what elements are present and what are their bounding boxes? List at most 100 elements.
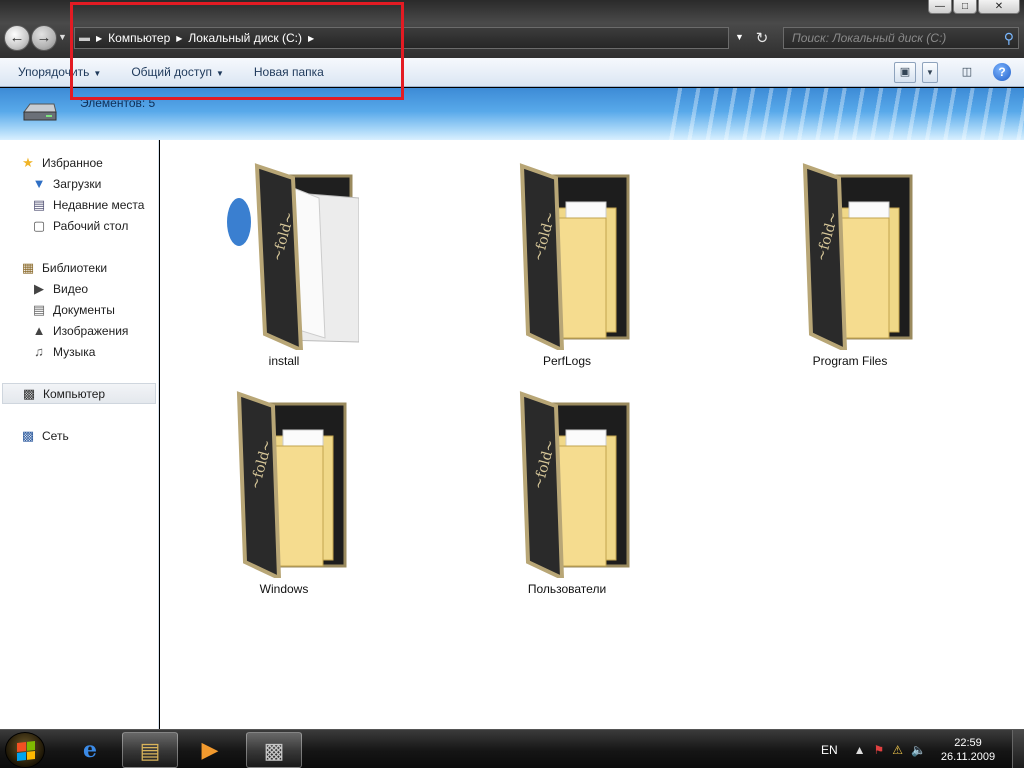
address-history-dropdown-icon[interactable]: ▼ bbox=[735, 32, 744, 42]
show-hidden-icons-icon[interactable]: ▲ bbox=[854, 743, 866, 757]
nav-label: Рабочий стол bbox=[53, 218, 129, 233]
refresh-icon: ↻ bbox=[755, 30, 769, 47]
navigation-pane: ★ Избранное ▼ Загрузки ▤ Недавние места ▢ Ра… bbox=[0, 140, 159, 729]
show-desktop-button[interactable] bbox=[1012, 730, 1024, 768]
back-button[interactable]: ← bbox=[4, 25, 30, 51]
file-item-program-files[interactable]: ~fold~ Program Files bbox=[750, 162, 950, 368]
taskbar: e ▤ ▶ ▩ EN ▲ ⚑ ⚠ 🔈 22:59 26.11.2009 bbox=[0, 729, 1024, 768]
breadcrumb-separator-icon[interactable]: ▶ bbox=[96, 34, 102, 43]
nav-video[interactable]: ▶ Видео bbox=[0, 278, 158, 299]
maximize-button[interactable]: □ bbox=[953, 0, 977, 14]
folder-icon: ~fold~ bbox=[519, 391, 630, 578]
address-bar[interactable]: ▬ ▶ Компьютер ▶ Локальный диск (C:) ▶ bbox=[74, 27, 729, 49]
preview-pane-icon: ◫ bbox=[961, 66, 973, 78]
network-status-icon[interactable]: ⚠ bbox=[892, 743, 903, 757]
internet-explorer-icon: e bbox=[83, 737, 97, 763]
taskbar-media-player[interactable]: ▶ bbox=[182, 732, 238, 768]
folder-icon: ~fold~ bbox=[802, 163, 913, 350]
nav-label: Документы bbox=[53, 302, 115, 317]
nav-label: Избранное bbox=[42, 155, 103, 170]
folder-icon: ~fold~ bbox=[236, 391, 347, 578]
change-view-button[interactable]: ▣ bbox=[894, 62, 916, 83]
close-icon: ✕ bbox=[994, 1, 1004, 12]
file-item-windows[interactable]: ~fold~ Windows bbox=[184, 390, 384, 596]
view-icon: ▣ bbox=[899, 66, 911, 78]
action-center-flag-icon[interactable]: ⚑ bbox=[874, 743, 885, 757]
nav-recent-places[interactable]: ▤ Недавние места bbox=[0, 194, 158, 215]
chevron-down-icon: ▼ bbox=[93, 69, 102, 78]
refresh-button[interactable]: ↻ bbox=[752, 29, 772, 49]
downloads-folder-icon: ▼ bbox=[32, 175, 46, 191]
taskbar-internet-explorer[interactable]: e bbox=[62, 732, 118, 768]
file-name: Program Files bbox=[812, 354, 888, 368]
hard-drive-icon bbox=[23, 103, 57, 121]
nav-label: Библиотеки bbox=[42, 260, 108, 275]
folder-icon: ▤ bbox=[139, 738, 161, 763]
nav-label: Изображения bbox=[53, 323, 129, 338]
taskbar-device-app[interactable]: ▩ bbox=[246, 732, 302, 768]
forward-arrow-icon: → bbox=[36, 29, 52, 46]
search-input[interactable]: Поиск: Локальный диск (C:) ⚲ bbox=[783, 27, 1019, 49]
chevron-down-icon: ▼ bbox=[215, 69, 224, 78]
minimize-icon: — bbox=[935, 1, 945, 12]
breadcrumb-separator-icon[interactable]: ▶ bbox=[176, 34, 182, 43]
file-item-users[interactable]: ~fold~ Пользователи bbox=[467, 390, 667, 596]
nav-network[interactable]: ▩ Сеть bbox=[0, 425, 158, 446]
pictures-icon: ▲ bbox=[32, 322, 46, 338]
file-item-install[interactable]: ~fold~ install bbox=[184, 162, 384, 368]
view-options-dropdown[interactable]: ▼ bbox=[922, 62, 938, 83]
minimize-button[interactable]: — bbox=[928, 0, 952, 14]
nav-label: Видео bbox=[53, 281, 89, 296]
search-icon[interactable]: ⚲ bbox=[1004, 30, 1014, 47]
video-icon: ▶ bbox=[34, 280, 44, 296]
volume-icon[interactable]: 🔈 bbox=[911, 743, 926, 757]
windows-logo-icon bbox=[17, 741, 35, 761]
file-item-perflogs[interactable]: ~fold~ PerfLogs bbox=[467, 162, 667, 368]
nav-label: Сеть bbox=[42, 428, 69, 443]
nav-music[interactable]: ♫ Музыка bbox=[0, 341, 158, 362]
new-folder-button[interactable]: Новая папка bbox=[254, 65, 324, 79]
nav-computer[interactable]: ▩ Компьютер bbox=[2, 383, 156, 404]
nav-label: Компьютер bbox=[43, 386, 106, 401]
taskbar-explorer[interactable]: ▤ bbox=[122, 732, 178, 768]
maximize-icon: □ bbox=[961, 1, 969, 12]
start-button[interactable] bbox=[5, 732, 45, 768]
forward-button[interactable]: → bbox=[31, 25, 57, 51]
window-controls: — □ ✕ bbox=[928, 0, 1020, 14]
nav-label: Загрузки bbox=[53, 176, 102, 191]
nav-label: Недавние места bbox=[53, 197, 145, 212]
nav-downloads[interactable]: ▼ Загрузки bbox=[0, 173, 158, 194]
address-drive-icon: ▬ bbox=[79, 32, 90, 44]
clock[interactable]: 22:59 26.11.2009 bbox=[934, 736, 1002, 764]
breadcrumb-separator-icon[interactable]: ▶ bbox=[308, 34, 314, 43]
recent-places-icon: ▤ bbox=[32, 196, 46, 212]
documents-icon: ▤ bbox=[32, 301, 46, 317]
close-button[interactable]: ✕ bbox=[978, 0, 1020, 14]
breadcrumb-computer[interactable]: Компьютер bbox=[108, 31, 170, 45]
language-indicator[interactable]: EN bbox=[821, 743, 838, 757]
breadcrumb-local-disk[interactable]: Локальный диск (C:) bbox=[188, 31, 302, 45]
preview-pane-button[interactable]: ◫ bbox=[956, 62, 978, 83]
new-folder-label: Новая папка bbox=[253, 65, 324, 79]
details-band: Элементов: 5 bbox=[0, 88, 1024, 140]
organize-button[interactable]: Упорядочить ▼ bbox=[18, 65, 101, 79]
music-icon: ♫ bbox=[34, 343, 44, 359]
window-titlebar: — □ ✕ ← → ▼ ▬ ▶ Компьютер ▶ Локальный ди… bbox=[0, 0, 1024, 58]
view-controls: ▣ ▼ ◫ ? bbox=[894, 62, 1014, 83]
nav-label: Музыка bbox=[53, 344, 96, 359]
computer-icon: ▩ bbox=[22, 385, 36, 401]
nav-libraries[interactable]: ▦ Библиотеки bbox=[0, 257, 158, 278]
nav-desktop[interactable]: ▢ Рабочий стол bbox=[0, 215, 158, 236]
chevron-down-icon: ▼ bbox=[926, 68, 934, 77]
nav-pictures[interactable]: ▲ Изображения bbox=[0, 320, 158, 341]
share-button[interactable]: Общий доступ ▼ bbox=[131, 65, 224, 79]
folder-icon: ~fold~ bbox=[519, 163, 630, 350]
nav-favorites[interactable]: ★ Избранное bbox=[0, 152, 158, 173]
file-list: ~fold~ install ~fold~ PerfLogs ~fold~ Pr… bbox=[160, 140, 1024, 729]
help-button[interactable]: ? bbox=[992, 62, 1014, 83]
nav-documents[interactable]: ▤ Документы bbox=[0, 299, 158, 320]
recent-pages-dropdown-icon[interactable]: ▼ bbox=[58, 32, 67, 42]
